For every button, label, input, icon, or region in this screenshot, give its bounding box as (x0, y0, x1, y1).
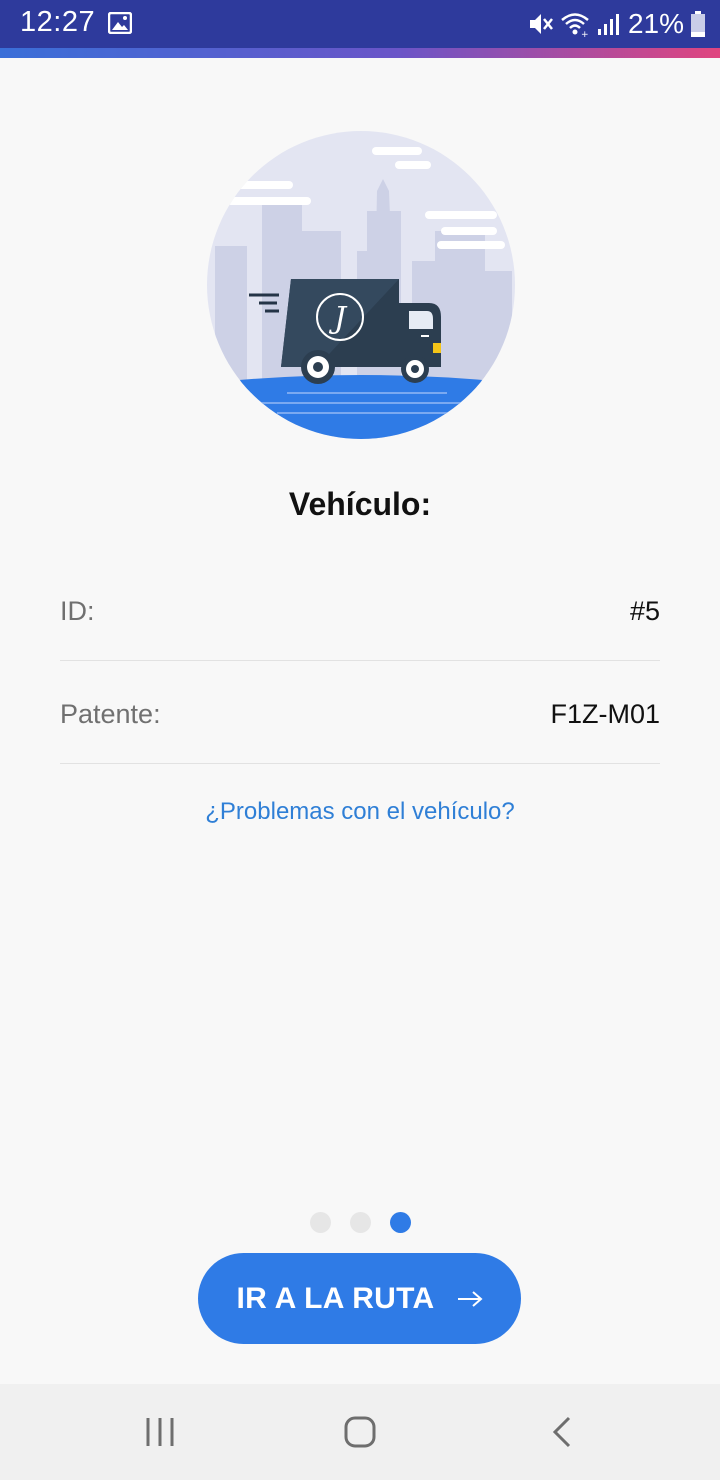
arrow-right-icon (457, 1290, 483, 1307)
signal-icon (597, 14, 619, 35)
vehicle-title: Vehículo: (288, 486, 432, 522)
system-navigation-bar (0, 1384, 720, 1480)
vehicle-id-row: ID: #5 (60, 558, 660, 661)
back-icon[interactable] (543, 1412, 583, 1452)
recent-apps-icon[interactable] (140, 1412, 180, 1452)
vehicle-plate-row: Patente: F1Z-M01 (60, 661, 660, 764)
status-gradient-strip (0, 48, 720, 58)
pager-dot-2 (350, 1212, 371, 1233)
image-icon (108, 12, 132, 34)
status-icons: + 21% (528, 6, 706, 42)
delivery-truck-illustration: J (207, 131, 515, 439)
home-icon[interactable] (340, 1412, 380, 1452)
status-bar: 12:27 + 21% (0, 0, 720, 50)
go-to-route-button[interactable]: IR A LA RUTA (198, 1253, 521, 1344)
mute-icon (529, 14, 553, 34)
go-to-route-label: IR A LA RUTA (236, 1281, 435, 1315)
pager-dot-3-active (390, 1212, 411, 1233)
battery-icon (691, 11, 705, 37)
vehicle-id-label: ID: (60, 596, 95, 626)
vehicle-id-value: #5 (629, 596, 660, 626)
pager-dot-1 (310, 1212, 331, 1233)
vehicle-plate-value: F1Z-M01 (550, 699, 660, 729)
status-time: 12:27 (20, 6, 96, 38)
svg-text:+: + (581, 30, 589, 37)
wifi-icon: + (561, 13, 589, 37)
pager-indicator (310, 1212, 411, 1234)
vehicle-problems-link[interactable]: ¿Problemas con el vehículo? (0, 798, 720, 826)
battery-percentage: 21% (627, 8, 684, 39)
vehicle-plate-label: Patente: (60, 699, 161, 729)
